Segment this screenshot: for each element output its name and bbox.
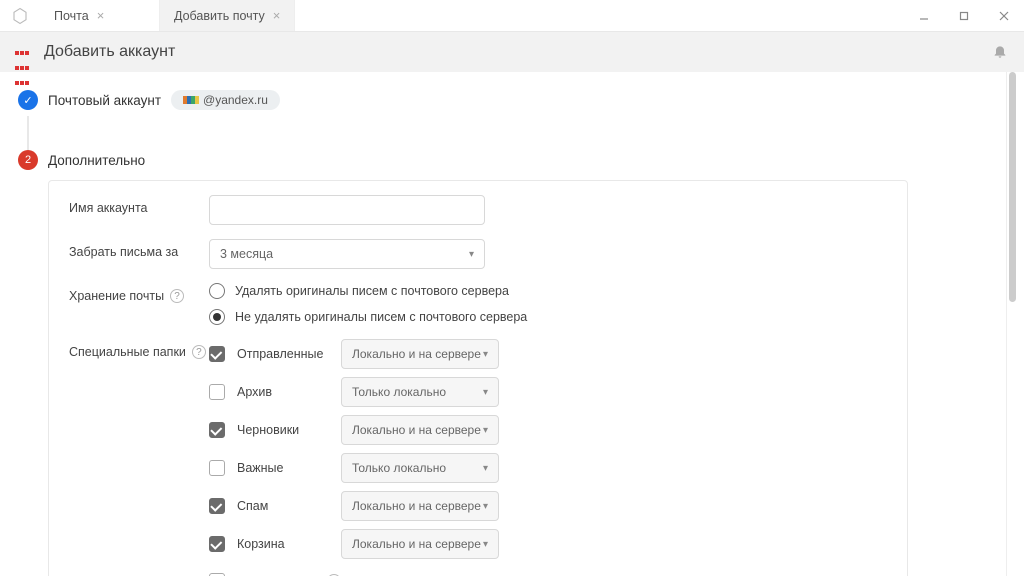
select-value: Локально и на сервере xyxy=(352,423,481,437)
label-account-name: Имя аккаунта xyxy=(69,195,209,215)
folder-row: Отправленные Локально и на сервере▾ xyxy=(209,339,499,369)
radio-icon xyxy=(209,309,225,325)
form-card: Имя аккаунта Забрать письма за 3 месяца … xyxy=(48,180,908,576)
folder-row: Архив Только локально ▾ xyxy=(209,377,499,407)
select-value: Локально и на сервере xyxy=(352,499,481,513)
checkbox-icon[interactable] xyxy=(209,422,225,438)
folder-label: Отправленные xyxy=(237,347,329,361)
folder-label: Черновики xyxy=(237,423,329,437)
step-label: Почтовый аккаунт xyxy=(48,93,161,108)
vertical-scrollbar[interactable] xyxy=(1006,72,1018,576)
label-storage: Хранение почты ? xyxy=(69,283,209,303)
chevron-down-icon: ▾ xyxy=(483,387,488,398)
chevron-down-icon: ▾ xyxy=(483,501,488,512)
help-icon[interactable]: ? xyxy=(170,289,184,303)
select-value: Локально и на сервере xyxy=(352,347,481,361)
label-special-folders: Специальные папки ? xyxy=(69,339,209,359)
window-controls xyxy=(904,0,1024,31)
select-value: Только локально xyxy=(352,385,446,399)
label-fetch-period: Забрать письма за xyxy=(69,239,209,259)
radio-keep-originals[interactable]: Не удалять оригиналы писем с почтового с… xyxy=(209,309,527,325)
email-domain: @yandex.ru xyxy=(203,93,268,107)
grid-icon[interactable] xyxy=(14,43,32,61)
radio-label: Удалять оригиналы писем с почтового серв… xyxy=(235,284,509,298)
email-chip: @yandex.ru xyxy=(171,90,280,110)
folder-label: Спам xyxy=(237,499,329,513)
folder-row: Черновики Локально и на сервере▾ xyxy=(209,415,499,445)
folder-mode-select[interactable]: Только локально ▾ xyxy=(341,453,499,483)
select-value: Только локально xyxy=(352,461,446,475)
chevron-down-icon: ▾ xyxy=(483,463,488,474)
folder-mode-select[interactable]: Локально и на сервере▾ xyxy=(341,529,499,559)
folder-row: Спам Локально и на сервере▾ xyxy=(209,491,499,521)
check-icon: ✓ xyxy=(18,90,38,110)
tab-label: Почта xyxy=(54,9,89,23)
tab-add-mail[interactable]: Добавить почту × xyxy=(160,0,295,31)
radio-delete-originals[interactable]: Удалять оригиналы писем с почтового серв… xyxy=(209,283,527,299)
chevron-down-icon: ▾ xyxy=(483,539,488,550)
folder-mode-select[interactable]: Локально и на сервере▾ xyxy=(341,491,499,521)
tab-mail[interactable]: Почта × xyxy=(40,0,160,31)
step-label: Дополнительно xyxy=(48,153,145,168)
folder-mode-select[interactable]: Локально и на сервере▾ xyxy=(341,415,499,445)
chevron-down-icon: ▾ xyxy=(483,425,488,436)
content-pane: ✓ Почтовый аккаунт @yandex.ru 2 Дополнит… xyxy=(0,72,1006,576)
step-2: 2 Дополнительно xyxy=(18,150,1006,170)
checkbox-icon[interactable] xyxy=(209,384,225,400)
scroll-thumb[interactable] xyxy=(1009,72,1016,302)
bell-icon[interactable] xyxy=(992,43,1008,62)
close-icon[interactable]: × xyxy=(273,9,281,22)
chevron-down-icon: ▾ xyxy=(469,249,474,260)
select-value: 3 месяца xyxy=(220,247,273,261)
tab-bar: Почта × Добавить почту × xyxy=(0,0,1024,32)
checkbox-icon[interactable] xyxy=(209,460,225,476)
page-header: Добавить аккаунт xyxy=(0,32,1024,72)
folder-label: Корзина xyxy=(237,537,329,551)
folder-mode-select[interactable]: Локально и на сервере▾ xyxy=(341,339,499,369)
minimize-button[interactable] xyxy=(904,0,944,32)
app-logo xyxy=(0,0,40,31)
tab-label: Добавить почту xyxy=(174,9,265,23)
folder-row: Важные Только локально ▾ xyxy=(209,453,499,483)
maximize-button[interactable] xyxy=(944,0,984,32)
close-button[interactable] xyxy=(984,0,1024,32)
checkbox-icon[interactable] xyxy=(209,346,225,362)
chevron-down-icon: ▾ xyxy=(483,349,488,360)
radio-label: Не удалять оригиналы писем с почтового с… xyxy=(235,310,527,324)
folder-label: Архив xyxy=(237,385,329,399)
checkbox-icon[interactable] xyxy=(209,536,225,552)
account-name-input[interactable] xyxy=(209,195,485,225)
step-1: ✓ Почтовый аккаунт @yandex.ru xyxy=(18,90,1006,110)
folder-label: Важные xyxy=(237,461,329,475)
checkbox-icon[interactable] xyxy=(209,498,225,514)
page-title: Добавить аккаунт xyxy=(44,43,175,61)
folder-mode-select[interactable]: Только локально ▾ xyxy=(341,377,499,407)
folder-row: Корзина Локально и на сервере▾ xyxy=(209,529,499,559)
close-icon[interactable]: × xyxy=(97,9,105,22)
help-icon[interactable]: ? xyxy=(192,345,206,359)
fetch-period-select[interactable]: 3 месяца ▾ xyxy=(209,239,485,269)
radio-icon xyxy=(209,283,225,299)
step-connector xyxy=(27,116,29,150)
step-number-icon: 2 xyxy=(18,150,38,170)
select-value: Локально и на сервере xyxy=(352,537,481,551)
